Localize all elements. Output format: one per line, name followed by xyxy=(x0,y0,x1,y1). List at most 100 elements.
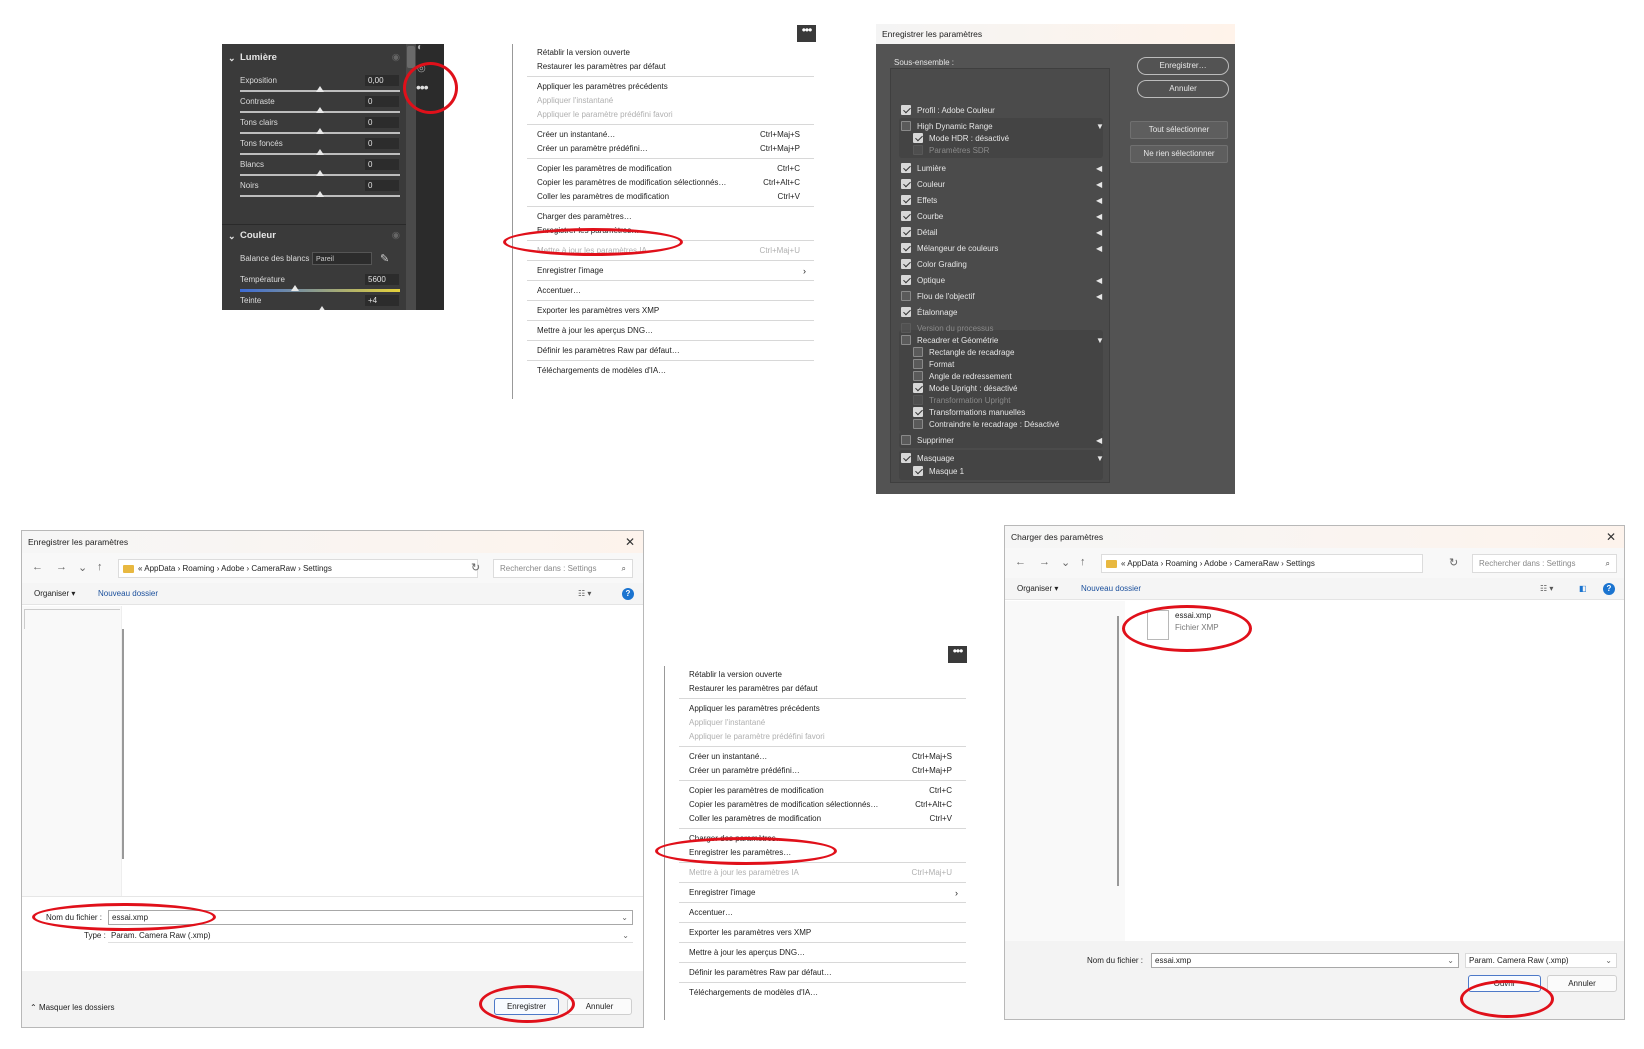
triangle-left-icon[interactable]: ◀ xyxy=(1096,243,1102,255)
slider-value-field[interactable]: 5600 xyxy=(365,274,399,285)
open-button[interactable]: Ouvrir xyxy=(1468,975,1541,992)
slider-value-field[interactable]: 0 xyxy=(365,159,399,170)
cancel-button[interactable]: Annuler xyxy=(1137,80,1229,98)
refresh-icon[interactable]: ↻ xyxy=(471,561,480,574)
triangle-left-icon[interactable]: ◀ xyxy=(1096,275,1102,287)
slider-knob[interactable] xyxy=(316,149,324,155)
eye-icon[interactable]: ◉ xyxy=(392,48,400,68)
menu-item-update-dng[interactable]: Mettre à jour les aperçus DNG… xyxy=(537,324,810,338)
triangle-down-icon[interactable]: ▼ xyxy=(1096,453,1104,465)
checkbox[interactable] xyxy=(901,195,911,205)
checkbox[interactable] xyxy=(901,227,911,237)
slider-knob[interactable] xyxy=(316,107,324,113)
triangle-left-icon[interactable]: ◀ xyxy=(1096,163,1102,175)
slider-blancs[interactable]: Blancs 0 xyxy=(240,158,400,179)
row-masque-1[interactable]: Masque 1 xyxy=(913,466,1103,480)
row-detail[interactable]: Détail ◀ xyxy=(901,227,1106,241)
slider-tons-fonces[interactable]: Tons foncés 0 xyxy=(240,137,400,158)
menu-item-raw-defaults[interactable]: Définir les paramètres Raw par défaut… xyxy=(537,344,810,358)
triangle-left-icon[interactable]: ◀ xyxy=(1096,179,1102,191)
tree-item[interactable] xyxy=(24,609,120,629)
menu-item-apply-previous[interactable]: Appliquer les paramètres précédents xyxy=(537,80,810,94)
organise-button[interactable]: Organiser ▾ xyxy=(34,583,75,605)
more-options-icon[interactable]: ••• xyxy=(416,80,436,94)
slider-knob[interactable] xyxy=(316,86,324,92)
slider-track[interactable] xyxy=(240,289,400,292)
white-balance-select[interactable]: Pareil xyxy=(312,252,372,265)
checkbox[interactable] xyxy=(913,347,923,357)
checkbox[interactable] xyxy=(901,121,911,131)
menu-item-create-snapshot[interactable]: Créer un instantané… Ctrl+Maj+S xyxy=(537,128,810,142)
nav-scrollbar[interactable] xyxy=(1117,616,1119,886)
checkbox[interactable] xyxy=(901,163,911,173)
slider-knob[interactable] xyxy=(316,128,324,134)
panel-scrollbar[interactable] xyxy=(406,44,416,310)
slider-value-field[interactable]: 0,00 xyxy=(365,75,399,86)
slider-knob[interactable] xyxy=(318,306,326,310)
address-bar[interactable]: « AppData › Roaming › Adobe › CameraRaw … xyxy=(1101,554,1423,573)
type-select[interactable]: Param. Camera Raw (.xmp) ⌄ xyxy=(108,929,633,943)
menu-item-load-settings[interactable]: Charger des paramètres… xyxy=(689,832,962,846)
row-optique[interactable]: Optique ◀ xyxy=(901,275,1106,289)
menu-item-create-preset[interactable]: Créer un paramètre prédéfini… Ctrl+Maj+P xyxy=(689,764,962,778)
slider-value-field[interactable]: +4 xyxy=(365,295,399,306)
menu-item-ai-downloads[interactable]: Téléchargements de modèles d'IA… xyxy=(537,364,810,378)
slider-teinte[interactable]: Teinte +4 xyxy=(240,294,400,310)
row-color-grading[interactable]: Color Grading xyxy=(901,259,1106,273)
checkbox[interactable] xyxy=(901,275,911,285)
row-lumiere[interactable]: Lumière ◀ xyxy=(901,163,1106,177)
menu-item-save-settings[interactable]: Enregistrer les paramètres… xyxy=(537,224,810,238)
checkbox[interactable] xyxy=(901,307,911,317)
address-bar[interactable]: « AppData › Roaming › Adobe › CameraRaw … xyxy=(118,559,478,578)
checkbox[interactable] xyxy=(901,243,911,253)
slider-contraste[interactable]: Contraste 0 xyxy=(240,95,400,116)
menu-item-paste-settings[interactable]: Coller les paramètres de modification Ctr… xyxy=(537,190,810,204)
preview-pane-icon[interactable]: ◧ xyxy=(1579,578,1587,600)
menu-item-export-xmp[interactable]: Exporter les paramètres vers XMP xyxy=(689,926,962,940)
menu-item-load-settings[interactable]: Charger des paramètres… xyxy=(537,210,810,224)
slider-value-field[interactable]: 0 xyxy=(365,180,399,191)
scrollbar-thumb[interactable] xyxy=(407,46,415,68)
slider-value-field[interactable]: 0 xyxy=(365,117,399,128)
menu-item-copy-settings[interactable]: Copier les paramètres de modification Ctr… xyxy=(689,784,962,798)
menu-item-create-snapshot[interactable]: Créer un instantané… Ctrl+Maj+S xyxy=(689,750,962,764)
slider-knob[interactable] xyxy=(291,285,299,291)
row-lens-blur[interactable]: Flou de l'objectif ◀ xyxy=(901,291,1106,305)
search-input[interactable]: Rechercher dans : Settings ⌕ xyxy=(1472,554,1617,573)
mask-icon[interactable]: ◐ xyxy=(417,42,429,54)
file-item[interactable]: essai.xmp Fichier XMP xyxy=(1147,608,1257,646)
menu-item-save-image[interactable]: Enregistrer l'image › xyxy=(537,264,810,278)
save-button[interactable]: Enregistrer… xyxy=(1137,57,1229,75)
menu-item-copy-settings[interactable]: Copier les paramètres de modification Ctr… xyxy=(537,162,810,176)
triangle-left-icon[interactable]: ◀ xyxy=(1096,291,1102,303)
organise-button[interactable]: Organiser ▾ xyxy=(1017,578,1058,600)
chevron-down-icon[interactable]: ⌄ xyxy=(78,561,87,574)
save-button[interactable]: Enregistrer xyxy=(494,998,559,1015)
checkbox[interactable] xyxy=(913,371,923,381)
up-arrow-icon[interactable]: ↑ xyxy=(97,561,103,573)
menu-item-restore-defaults[interactable]: Restaurer les paramètres par défaut xyxy=(689,682,962,696)
file-type-filter[interactable]: Param. Camera Raw (.xmp) ⌄ xyxy=(1465,953,1617,968)
row-effets[interactable]: Effets ◀ xyxy=(901,195,1106,209)
chevron-down-icon[interactable]: ⌄ xyxy=(1447,954,1454,967)
cancel-button[interactable]: Annuler xyxy=(567,998,632,1015)
chevron-down-icon[interactable]: ⌄ xyxy=(621,911,628,924)
filename-input[interactable]: essai.xmp ⌄ xyxy=(1151,953,1459,968)
menu-item-copy-selected-settings[interactable]: Copier les paramètres de modification sé… xyxy=(537,176,810,190)
row-courbe[interactable]: Courbe ◀ xyxy=(901,211,1106,225)
checkbox[interactable] xyxy=(913,419,923,429)
checkbox[interactable] xyxy=(901,259,911,269)
up-arrow-icon[interactable]: ↑ xyxy=(1080,556,1086,568)
slider-exposition[interactable]: Exposition 0,00 xyxy=(240,74,400,95)
triangle-left-icon[interactable]: ◀ xyxy=(1096,227,1102,239)
checkbox[interactable] xyxy=(913,359,923,369)
menu-item-save-settings[interactable]: Enregistrer les paramètres… xyxy=(689,846,962,860)
menu-item-sharpen[interactable]: Accentuer… xyxy=(689,906,962,920)
checkbox[interactable] xyxy=(901,179,911,189)
menu-item-copy-selected-settings[interactable]: Copier les paramètres de modification sé… xyxy=(689,798,962,812)
menu-item-apply-previous[interactable]: Appliquer les paramètres précédents xyxy=(689,702,962,716)
menu-item-reset-version[interactable]: Rétablir la version ouverte xyxy=(537,46,810,60)
help-icon[interactable]: ? xyxy=(622,588,634,600)
refresh-icon[interactable]: ↻ xyxy=(1449,556,1458,569)
slider-value-field[interactable]: 0 xyxy=(365,96,399,107)
